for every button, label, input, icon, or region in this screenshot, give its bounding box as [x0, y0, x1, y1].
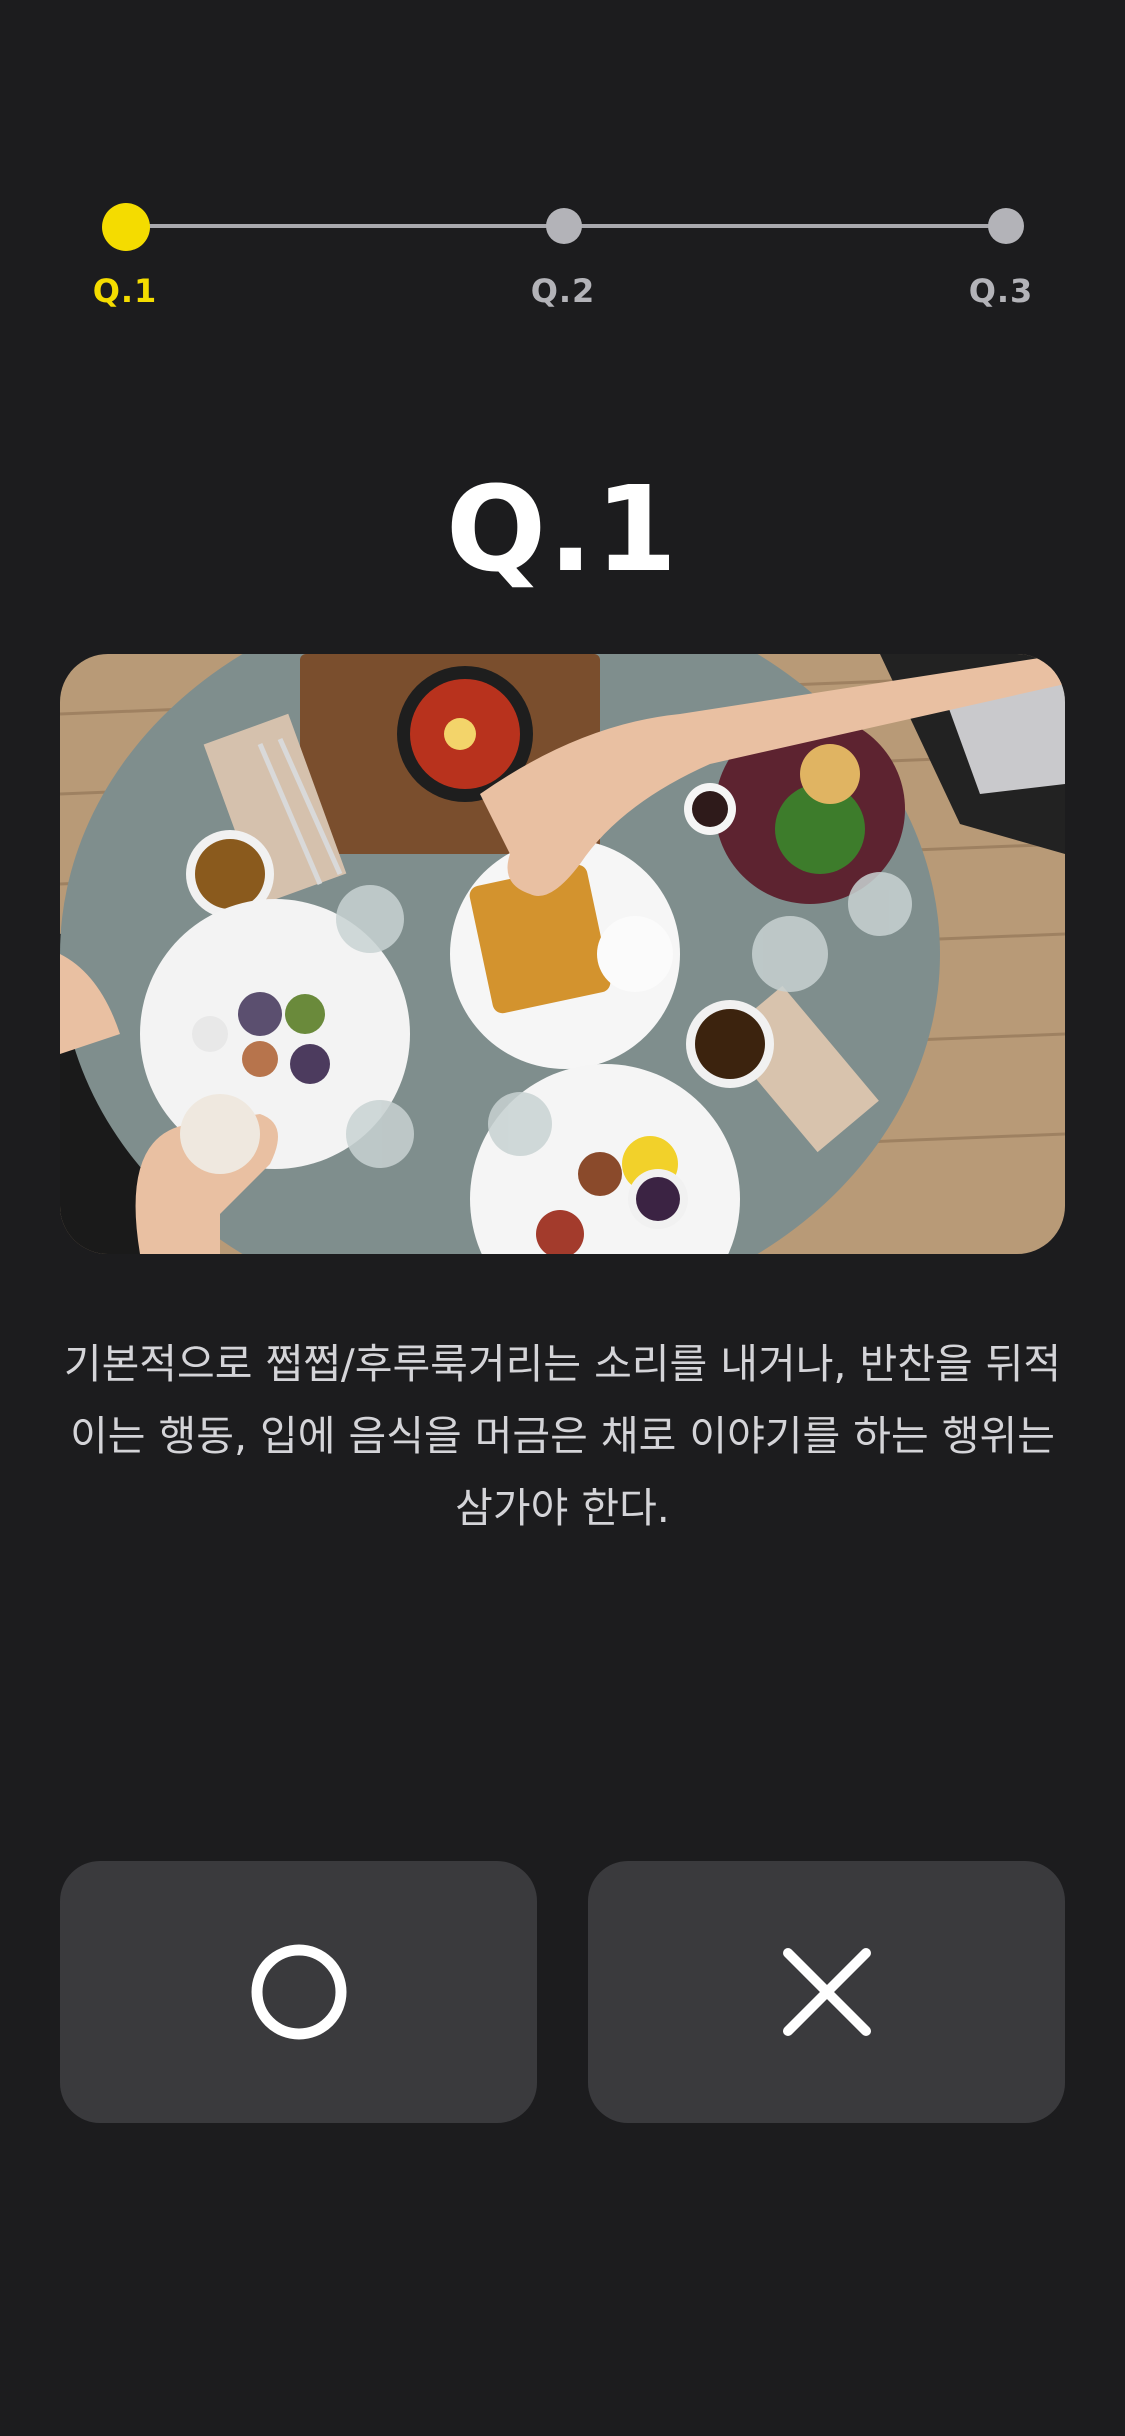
cross-x-icon: [782, 1948, 871, 2036]
question-description: 기본적으로 쩝쩝/후루룩거리는 소리를 내거나, 반찬을 뒤적이는 행동, 입에…: [63, 1340, 1062, 1532]
circle-o-icon: [251, 1944, 346, 2040]
step-2-label: Q.2: [530, 272, 596, 310]
question-progress: Q.1 Q.2 Q.3: [0, 0, 1125, 320]
step-2-dot[interactable]: [546, 208, 582, 244]
question-title: Q.1: [445, 460, 680, 598]
answer-o-button[interactable]: [60, 1861, 537, 2123]
answer-x-button[interactable]: [588, 1861, 1065, 2123]
step-3-dot[interactable]: [988, 208, 1024, 244]
step-3-label: Q.3: [968, 272, 1034, 310]
step-1-label: Q.1: [92, 272, 158, 310]
dining-table-photo: [60, 654, 1065, 1254]
step-1-dot[interactable]: [102, 203, 150, 251]
